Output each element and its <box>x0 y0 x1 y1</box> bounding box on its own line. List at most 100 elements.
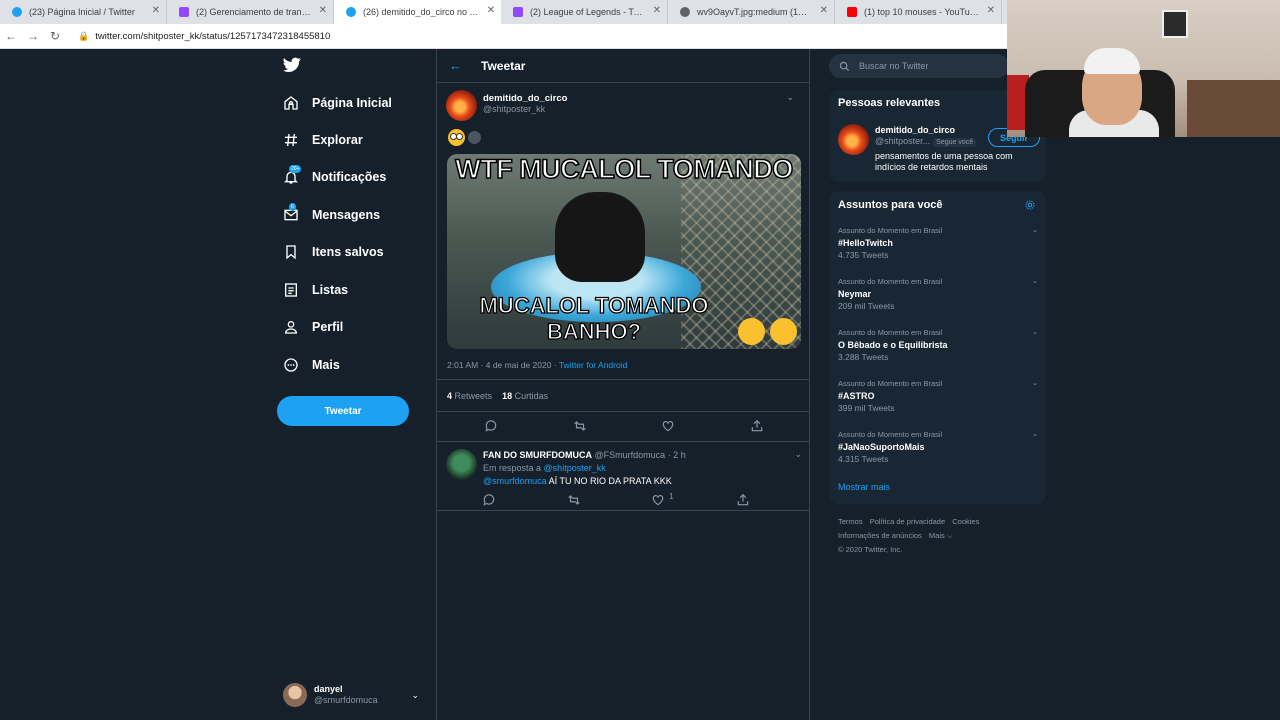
avatar[interactable] <box>446 90 477 121</box>
url-text: twitter.com/shitposter_kk/status/1257173… <box>95 30 331 42</box>
nav-item-label: Listas <box>312 283 349 297</box>
share-icon[interactable] <box>750 419 764 433</box>
message-badge: 6 <box>289 203 296 211</box>
flushed-face-icon <box>738 318 765 345</box>
card-title: Pessoas relevantes <box>838 97 941 109</box>
trend-context: Assunto do Momento em Brasil <box>838 430 943 439</box>
retweet-icon[interactable] <box>573 419 587 433</box>
footer-cookies-link[interactable]: Cookies <box>952 517 979 526</box>
trend-item[interactable]: Assunto do Momento em Brasil O Bêbado e … <box>838 327 1038 363</box>
trend-item[interactable]: Assunto do Momento em Brasil #JaNaoSupor… <box>838 429 1038 465</box>
back-arrow-icon[interactable]: ← <box>449 58 463 73</box>
tweet-stats: 4 Retweets 18 Curtidas <box>447 391 548 401</box>
divider <box>437 379 809 380</box>
reload-icon[interactable]: ↻ <box>44 29 66 43</box>
chevron-down-icon[interactable]: ⌄ <box>1032 225 1038 237</box>
trend-count: 3.288 Tweets <box>838 352 889 362</box>
reply-author-handle[interactable]: @FSmurfdomuca <box>595 450 666 460</box>
url-field[interactable]: 🔒 twitter.com/shitposter_kk/status/12571… <box>78 31 330 42</box>
chevron-down-icon[interactable]: ⌄ <box>1032 378 1038 390</box>
nav-item-profile[interactable]: Perfil <box>283 317 343 337</box>
avatar[interactable] <box>446 449 477 480</box>
reply-like-count: 1 <box>669 492 674 501</box>
nav-item-home[interactable]: Página Inicial <box>283 93 392 113</box>
retweet-count[interactable]: 4 <box>447 391 452 401</box>
trend-item[interactable]: Assunto do Momento em Brasil Neymar 209 … <box>838 276 1038 312</box>
close-tab-icon[interactable]: ✕ <box>487 6 495 16</box>
reply-icon[interactable] <box>484 419 498 433</box>
trend-context: Assunto do Momento em Brasil <box>838 226 943 235</box>
tab-title: (2) Gerenciamento de transmissão <box>196 7 311 17</box>
gear-icon[interactable] <box>1024 199 1036 211</box>
tweet-media[interactable]: WTF MUCALOL TOMANDO MUCALOL TOMANDO BANH… <box>447 154 801 349</box>
close-tab-icon[interactable]: ✕ <box>319 6 327 16</box>
reply-text: AÍ TU NO RIO DA PRATA KKK <box>548 476 672 486</box>
show-more-link[interactable]: Mostrar mais <box>838 482 890 492</box>
trend-name: #JaNaoSuportoMais <box>838 442 925 452</box>
footer-privacy-link[interactable]: Política de privacidade <box>870 517 945 526</box>
chevron-down-icon[interactable]: ⌄ <box>794 449 802 460</box>
like-count[interactable]: 18 <box>502 391 512 401</box>
tweet-source-link[interactable]: Twitter for Android <box>559 360 628 370</box>
browser-tab[interactable]: wv9OayvT.jpg:medium (1200×675) ✕ <box>668 0 835 24</box>
tab-title: (26) demitido_do_circo no Twitter <box>363 7 479 17</box>
chevron-down-icon[interactable]: ⌄ <box>786 92 794 103</box>
search-placeholder: Buscar no Twitter <box>859 61 929 71</box>
like-label[interactable]: Curtidas <box>515 391 549 401</box>
nav-item-lists[interactable]: Listas <box>283 280 348 300</box>
reply-author-name[interactable]: FAN DO SMURFDOMUCA <box>483 450 592 460</box>
browser-tab[interactable]: (2) League of Legends - Twitch ✕ <box>501 0 668 24</box>
retweet-label[interactable]: Retweets <box>455 391 493 401</box>
person-icon <box>284 321 298 334</box>
chevron-down-icon[interactable]: ⌄ <box>1032 327 1038 339</box>
close-tab-icon[interactable]: ✕ <box>152 6 160 16</box>
account-switcher[interactable]: danyel @smurfdomuca ⌄ <box>283 683 419 707</box>
tab-title: (23) Página Inicial / Twitter <box>29 7 135 17</box>
twitter-logo-icon[interactable] <box>283 57 301 78</box>
close-tab-icon[interactable]: ✕ <box>987 6 995 16</box>
search-input[interactable]: Buscar no Twitter <box>829 54 1009 78</box>
browser-tab-active[interactable]: (26) demitido_do_circo no Twitter ✕ <box>334 0 501 24</box>
footer-links: Termos Política de privacidade Cookies I… <box>838 515 1028 557</box>
browser-tab[interactable]: (23) Página Inicial / Twitter ✕ <box>0 0 167 24</box>
retweet-icon[interactable] <box>567 493 580 505</box>
forward-arrow-icon[interactable]: → <box>22 29 44 43</box>
trend-context: Assunto do Momento em Brasil <box>838 379 943 388</box>
footer-terms-link[interactable]: Termos <box>838 517 863 526</box>
nav-item-label: Mensagens <box>312 208 381 222</box>
nav-item-bookmarks[interactable]: Itens salvos <box>283 242 384 262</box>
browser-tab[interactable]: (1) top 10 mouses - YouTube ✕ <box>835 0 1002 24</box>
hashtag-icon <box>285 133 297 147</box>
heart-icon[interactable] <box>661 419 675 433</box>
gorilla <box>555 192 645 282</box>
suggested-user-handle[interactable]: @shitposter... <box>875 136 930 146</box>
in-reply-to-link[interactable]: @shitposter_kk <box>544 463 606 473</box>
close-tab-icon[interactable]: ✕ <box>653 6 661 16</box>
footer-ads-link[interactable]: Informações de anúncios <box>838 531 922 540</box>
tweet-timestamp: 2:01 AM · 4 de mai de 2020 · Twitter for… <box>447 360 627 370</box>
nav-item-notifications[interactable]: 20+ Notificações <box>283 165 386 187</box>
chevron-down-icon[interactable]: ⌄ <box>1032 429 1038 441</box>
close-tab-icon[interactable]: ✕ <box>820 6 828 16</box>
tweet-button[interactable]: Tweetar <box>277 396 409 426</box>
heart-icon[interactable] <box>651 493 664 506</box>
trend-item[interactable]: Assunto do Momento em Brasil #ASTRO 399 … <box>838 378 1038 414</box>
avatar[interactable] <box>838 124 869 155</box>
tweet-author-handle[interactable]: @shitposter_kk <box>483 104 567 115</box>
browser-tab[interactable]: (2) Gerenciamento de transmissão ✕ <box>167 0 334 24</box>
tweet-author-name[interactable]: demitido_do_circo <box>483 93 567 104</box>
nav-item-messages[interactable]: 6 Mensagens <box>283 203 381 225</box>
footer-more-link[interactable]: Mais ⌵ <box>929 531 953 540</box>
back-arrow-icon[interactable]: ← <box>0 29 22 43</box>
chevron-down-icon[interactable]: ⌄ <box>1032 276 1038 288</box>
reply-icon[interactable] <box>482 493 495 506</box>
home-icon <box>284 96 298 110</box>
trend-item[interactable]: Assunto do Momento em Brasil #HelloTwitc… <box>838 225 1038 261</box>
nav-item-explore[interactable]: Explorar <box>283 130 363 150</box>
nav-item-label: Itens salvos <box>312 245 384 259</box>
trend-name: #ASTRO <box>838 391 875 401</box>
address-bar: ← → ↻ 🔒 twitter.com/shitposter_kk/status… <box>0 24 1007 49</box>
nav-item-more[interactable]: Mais <box>283 355 340 375</box>
mention-link[interactable]: @smurfdomuca <box>483 476 547 486</box>
share-icon[interactable] <box>736 493 749 506</box>
